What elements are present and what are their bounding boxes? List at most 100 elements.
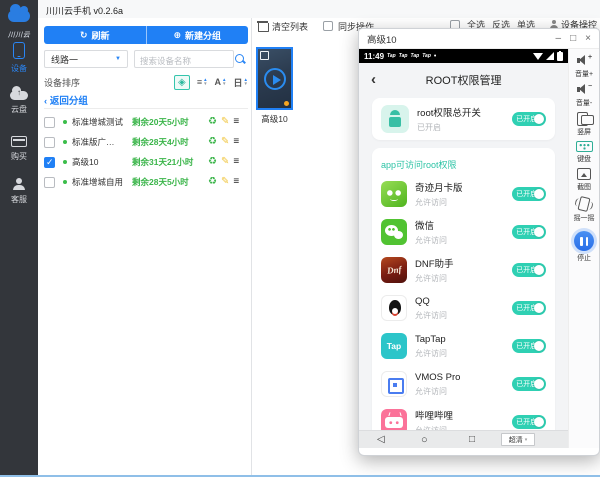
menu-icon[interactable]: ≡	[233, 177, 239, 187]
nav-back-icon[interactable]: ◁	[377, 431, 385, 449]
device-checkbox[interactable]	[44, 117, 55, 128]
edit-icon[interactable]: ✎	[221, 137, 229, 147]
device-row[interactable]: 标准增城自用 剩余28天5小时 ♻ ✎ ≡	[44, 172, 248, 192]
taptap-notification-icon: Tap	[422, 53, 431, 59]
phone-window: 高级10 – □ × 11:49 Tap Tap Tap Tap •	[358, 28, 600, 456]
menu-icon[interactable]: ≡	[233, 157, 239, 167]
edit-icon[interactable]: ✎	[221, 177, 229, 187]
app-permission-card: app可访问root权限 奇迹月卡版 允许访问 已开启	[372, 148, 555, 430]
screenshot-icon	[577, 168, 591, 180]
edit-icon[interactable]: ✎	[221, 117, 229, 127]
menu-icon[interactable]: ≡	[233, 117, 239, 127]
master-toggle[interactable]: 已开启	[512, 112, 546, 126]
shake-button[interactable]: 摇一摇	[574, 196, 595, 223]
device-checkbox[interactable]	[44, 177, 55, 188]
app-toggle[interactable]: 已开启	[512, 263, 546, 277]
bilibili-app-icon	[381, 409, 407, 430]
device-thumbnail[interactable]	[256, 47, 293, 110]
screenshot-button[interactable]: 截图	[577, 168, 591, 192]
plus-circle-icon: ⊕	[173, 30, 181, 41]
alpha-sort-icon: A	[215, 77, 222, 87]
minimize-button[interactable]: –	[556, 34, 562, 44]
app-name: DNF助手	[415, 256, 454, 270]
app-permission-status: 允许访问	[415, 310, 447, 321]
rotate-screen-button[interactable]: 竖屏	[576, 112, 592, 137]
phone-screen[interactable]: 11:49 Tap Tap Tap Tap • ‹ ROOT权限管理	[359, 49, 568, 448]
vmos-app-icon	[381, 371, 407, 397]
menu-icon[interactable]: ≡	[233, 137, 239, 147]
app-toggle[interactable]: 已开启	[512, 377, 546, 391]
nav-home-icon[interactable]: ○	[421, 431, 428, 449]
chevron-left-icon: ‹	[44, 96, 47, 107]
device-checkbox[interactable]	[44, 137, 55, 148]
logo-text: 川川云	[0, 30, 38, 40]
app-toggle[interactable]: 已开启	[512, 225, 546, 239]
app-permission-status: 允许访问	[415, 273, 454, 284]
quality-select[interactable]: 超清 ▾	[501, 433, 535, 446]
sidebar-item-devices[interactable]: 设备	[0, 42, 38, 74]
volume-up-icon: +	[576, 54, 592, 67]
device-row[interactable]: 标准版广… 剩余28天4小时 ♻ ✎ ≡	[44, 132, 248, 152]
alpha-sort-button[interactable]: A ▲▼	[215, 77, 227, 87]
list-sort-button[interactable]: ≡ ▲▼	[197, 77, 208, 87]
stop-button[interactable]: 停止	[574, 227, 594, 263]
phone-window-titlebar[interactable]: 高级10 – □ ×	[359, 29, 599, 49]
line-select[interactable]: 线路一 ▼	[44, 50, 128, 68]
purchase-card-icon	[11, 136, 27, 147]
back-to-groups-link[interactable]: ‹ 返回分组	[44, 93, 88, 107]
stop-icon	[574, 231, 594, 251]
app-logo: 川川云	[0, 4, 38, 40]
sidebar-item-cloud-disk[interactable]: 云盘	[0, 86, 38, 115]
root-permission-screen: ‹ ROOT权限管理 root权限总开关 已开启 已开启	[359, 63, 568, 430]
close-button[interactable]: ×	[585, 34, 591, 44]
sync-checkbox[interactable]	[323, 21, 333, 31]
device-row[interactable]: 标准增城测试 剩余20天5小时 ♻ ✎ ≡	[44, 112, 248, 132]
chevron-down-icon: ▼	[115, 56, 121, 62]
shake-icon	[578, 196, 591, 212]
sidebar-item-customer-service[interactable]: 客服	[0, 178, 38, 205]
app-permission-status: 允许访问	[415, 235, 447, 246]
edit-icon[interactable]: ✎	[221, 157, 229, 167]
new-group-label: 新建分组	[185, 29, 221, 42]
keyboard-button[interactable]: 键盘	[576, 141, 593, 164]
nav-recents-icon[interactable]: □	[469, 431, 475, 449]
back-arrow-icon[interactable]: ‹	[371, 70, 376, 90]
volume-up-button[interactable]: + 音量+	[575, 54, 593, 79]
wechat-app-icon	[381, 219, 407, 245]
filter-row: 线路一 ▼	[44, 50, 248, 68]
search-input[interactable]	[135, 53, 233, 69]
taptap-notification-icon: Tap	[410, 53, 419, 59]
app-row: Tap TapTap 允许访问 已开启	[381, 327, 546, 365]
maximize-button[interactable]: □	[570, 34, 576, 44]
trash-icon[interactable]	[258, 21, 267, 31]
new-group-button[interactable]: ⊕ 新建分组	[147, 26, 249, 44]
device-checkbox[interactable]	[44, 157, 55, 168]
thumbnail-checkbox[interactable]	[260, 51, 269, 60]
date-sort-button[interactable]: 日 ▲▼	[234, 76, 248, 89]
app-toggle[interactable]: 已开启	[512, 301, 546, 315]
renew-icon[interactable]: ♻	[208, 117, 217, 127]
device-remaining: 剩余28天4小时	[132, 136, 204, 148]
status-dot	[63, 120, 67, 124]
search-icon[interactable]	[234, 53, 246, 65]
layers-sort-icon[interactable]: ◈	[174, 75, 190, 90]
renew-icon[interactable]: ♻	[208, 177, 217, 187]
renew-icon[interactable]: ♻	[208, 157, 217, 167]
app-row: 哔哩哔哩 允许访问 已开启	[381, 403, 546, 430]
device-row[interactable]: 高级10 剩余31天21小时 ♻ ✎ ≡	[44, 152, 248, 172]
clear-list-button[interactable]: 清空列表	[272, 20, 308, 33]
thumbnail-label: 高级10	[246, 113, 303, 125]
refresh-button[interactable]: ↻ 刷新	[44, 26, 147, 44]
device-remaining: 剩余20天5小时	[132, 116, 204, 128]
app-toggle[interactable]: 已开启	[512, 415, 546, 429]
sidebar-item-purchase[interactable]: 购买	[0, 136, 38, 162]
screen-header: ‹ ROOT权限管理	[359, 70, 568, 92]
app-permission-status: 允许访问	[415, 197, 463, 208]
divider	[44, 108, 248, 109]
renew-icon[interactable]: ♻	[208, 137, 217, 147]
app-name: TapTap	[415, 334, 447, 345]
play-icon[interactable]	[264, 68, 286, 90]
app-toggle[interactable]: 已开启	[512, 339, 546, 353]
app-toggle[interactable]: 已开启	[512, 187, 546, 201]
volume-down-button[interactable]: − 音量-	[576, 83, 592, 108]
